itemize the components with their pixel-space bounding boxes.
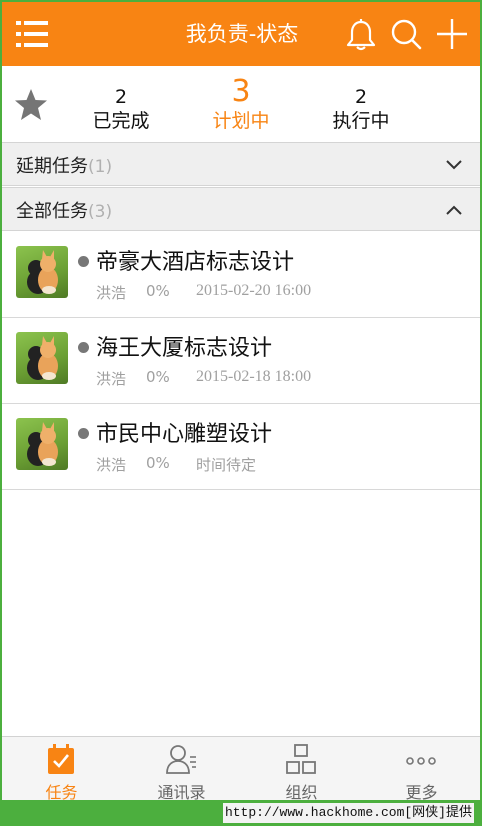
task-icon: [48, 744, 74, 774]
task-owner: 洪浩: [96, 370, 127, 388]
stat-label: 计划中: [212, 110, 270, 132]
nav-contacts[interactable]: 通讯录: [122, 737, 241, 800]
status-dot: [78, 256, 89, 267]
nav-label: 更多: [405, 783, 438, 800]
avatar: [16, 418, 68, 470]
nav-label: 通讯录: [157, 783, 206, 800]
cats-avatar-icon: [27, 250, 58, 294]
nav-org[interactable]: 组织: [242, 737, 361, 800]
app-frame: 我负责-状态 2 已完成 3 计划中 2 执行中 延期任务(1) 全部任务(3)…: [0, 0, 482, 800]
bell-icon[interactable]: [346, 19, 376, 51]
group-count: (1): [88, 157, 113, 177]
task-owner: 洪浩: [96, 456, 127, 474]
nav-label: 组织: [285, 783, 318, 800]
group-count: (3): [88, 202, 113, 222]
stat-completed[interactable]: 2 已完成: [66, 66, 176, 142]
task-progress: 0%: [146, 454, 170, 472]
task-owner: 洪浩: [96, 284, 127, 302]
chevron-up-icon[interactable]: [444, 200, 464, 220]
group-delayed-tasks[interactable]: 延期任务(1): [2, 142, 480, 186]
stat-in-progress[interactable]: 2 执行中: [306, 66, 416, 142]
group-label: 延期任务: [16, 156, 88, 177]
watermark-text: http://www.hackhome.com[网侠]提供: [222, 803, 474, 823]
header-bar: 我负责-状态: [2, 2, 480, 66]
task-row[interactable]: 市民中心雕塑设计 洪浩 0% 时间待定: [2, 404, 480, 490]
task-progress: 0%: [146, 368, 170, 386]
bottom-nav: 任务 通讯录 组织 更多: [2, 736, 480, 800]
stat-planned[interactable]: 3 计划中: [186, 66, 296, 142]
stat-count: 2: [354, 86, 368, 108]
stat-count: 3: [231, 74, 251, 109]
contacts-icon: [166, 745, 196, 774]
status-summary: 2 已完成 3 计划中 2 执行中: [2, 66, 480, 142]
task-progress: 0%: [146, 282, 170, 300]
avatar: [16, 246, 68, 298]
stat-count: 2: [114, 86, 128, 108]
task-title: 帝豪大酒店标志设计: [96, 250, 295, 275]
cats-avatar-icon: [27, 422, 58, 466]
stat-label: 已完成: [92, 110, 150, 132]
org-icon: [286, 744, 316, 774]
stat-label: 执行中: [332, 110, 390, 132]
cats-avatar-icon: [27, 336, 58, 380]
task-due: 2015-02-18 18:00: [196, 368, 312, 385]
nav-tasks[interactable]: 任务: [2, 737, 121, 800]
task-row[interactable]: 海王大厦标志设计 洪浩 0% 2015-02-18 18:00: [2, 318, 480, 404]
group-title: 延期任务(1): [16, 152, 112, 178]
group-title: 全部任务(3): [16, 197, 112, 223]
status-dot: [78, 428, 89, 439]
group-all-tasks[interactable]: 全部任务(3): [2, 187, 480, 231]
task-title: 海王大厦标志设计: [96, 336, 273, 361]
star-icon[interactable]: [14, 88, 48, 122]
group-label: 全部任务: [16, 201, 88, 222]
status-dot: [78, 342, 89, 353]
search-icon[interactable]: [390, 18, 422, 50]
task-row[interactable]: 帝豪大酒店标志设计 洪浩 0% 2015-02-20 16:00: [2, 232, 480, 318]
nav-more[interactable]: 更多: [362, 737, 480, 800]
chevron-down-icon[interactable]: [444, 155, 464, 175]
task-title: 市民中心雕塑设计: [96, 422, 273, 447]
avatar: [16, 332, 68, 384]
plus-icon[interactable]: [436, 18, 468, 50]
task-due: 时间待定: [196, 456, 257, 474]
task-due: 2015-02-20 16:00: [196, 282, 312, 299]
more-icon: [406, 757, 436, 765]
nav-label: 任务: [45, 783, 78, 800]
